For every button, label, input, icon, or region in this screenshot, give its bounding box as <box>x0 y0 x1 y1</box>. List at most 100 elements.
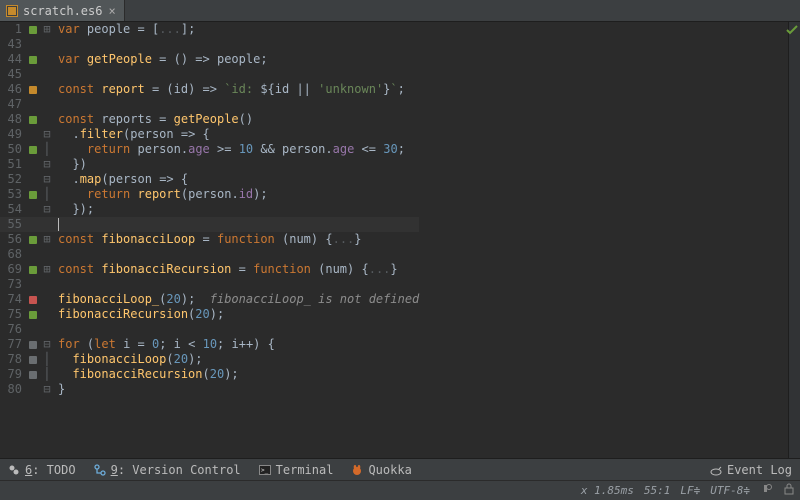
fold-toggle[interactable]: ⊟ <box>40 382 54 397</box>
line-number[interactable]: 77 <box>0 337 26 352</box>
fold-toggle[interactable]: ⊟ <box>40 172 54 187</box>
editor-line[interactable]: 55 <box>0 217 419 232</box>
line-number[interactable]: 49 <box>0 127 26 142</box>
line-number[interactable]: 1 <box>0 22 26 37</box>
code-text[interactable] <box>54 67 419 82</box>
overview-ruler[interactable] <box>788 22 800 458</box>
fold-toggle[interactable]: ⊟ <box>40 202 54 217</box>
line-number[interactable]: 48 <box>0 112 26 127</box>
code-text[interactable]: const fibonacciRecursion = function (num… <box>54 262 419 277</box>
code-text[interactable]: fibonacciRecursion(20); <box>54 307 419 322</box>
editor-line[interactable]: 43 <box>0 37 419 52</box>
status-caret-position[interactable]: 55:1 <box>644 484 671 497</box>
line-number[interactable]: 46 <box>0 82 26 97</box>
code-text[interactable]: var getPeople = () => people; <box>54 52 419 67</box>
line-number[interactable]: 43 <box>0 37 26 52</box>
line-number[interactable]: 73 <box>0 277 26 292</box>
fold-toggle[interactable]: ⊞ <box>40 22 54 37</box>
line-number[interactable]: 56 <box>0 232 26 247</box>
line-number[interactable]: 68 <box>0 247 26 262</box>
line-number[interactable]: 78 <box>0 352 26 367</box>
code-text[interactable]: fibonacciLoop(20); <box>54 352 419 367</box>
status-encoding[interactable]: UTF-8≑ <box>710 484 750 497</box>
code-text[interactable] <box>54 37 419 52</box>
editor-line[interactable]: 54 ⊟ }); <box>0 202 419 217</box>
code-text[interactable]: for (let i = 0; i < 10; i++) { <box>54 337 419 352</box>
line-number[interactable]: 53 <box>0 187 26 202</box>
editor-line[interactable]: 77 ⊟for (let i = 0; i < 10; i++) { <box>0 337 419 352</box>
code-text[interactable]: fibonacciLoop_(20); fibonacciLoop_ is no… <box>54 292 419 307</box>
code-text[interactable] <box>54 247 419 262</box>
tool-event-log[interactable]: Event Log <box>710 463 792 477</box>
editor-line[interactable]: 80 ⊟} <box>0 382 419 397</box>
editor-line[interactable]: 78│ fibonacciLoop(20); <box>0 352 419 367</box>
tool-version-control[interactable]: 9: Version Control <box>94 463 241 477</box>
code-text[interactable]: .map(person => { <box>54 172 419 187</box>
editor-line[interactable]: 46 const report = (id) => `id: ${id || 'u… <box>0 82 419 97</box>
code-text[interactable]: } <box>54 382 419 397</box>
editor[interactable]: 1⊞var people = [...];4344var getPeople =… <box>0 22 800 458</box>
code-text[interactable] <box>54 97 419 112</box>
line-number[interactable]: 55 <box>0 217 26 232</box>
code-text[interactable] <box>54 217 419 232</box>
tool-terminal[interactable]: >_ Terminal <box>259 463 334 477</box>
editor-line[interactable]: 52 ⊟ .map(person => { <box>0 172 419 187</box>
code-text[interactable]: return report(person.id); <box>54 187 419 202</box>
line-number[interactable]: 75 <box>0 307 26 322</box>
readonly-lock-icon[interactable] <box>784 483 794 498</box>
editor-line[interactable]: 53│ return report(person.id); <box>0 187 419 202</box>
line-number[interactable]: 50 <box>0 142 26 157</box>
line-number[interactable]: 54 <box>0 202 26 217</box>
code-text[interactable]: .filter(person => { <box>54 127 419 142</box>
tab-scratch-es6[interactable]: scratch.es6 × <box>0 0 125 21</box>
code-text[interactable]: var people = [...]; <box>54 22 419 37</box>
tool-todo[interactable]: 6: TODO <box>8 463 76 477</box>
line-number[interactable]: 52 <box>0 172 26 187</box>
line-number[interactable]: 47 <box>0 97 26 112</box>
tool-quokka[interactable]: Quokka <box>351 463 411 477</box>
line-number[interactable]: 74 <box>0 292 26 307</box>
code-text[interactable] <box>54 277 419 292</box>
line-number[interactable]: 45 <box>0 67 26 82</box>
line-number[interactable]: 76 <box>0 322 26 337</box>
code-text[interactable]: return person.age >= 10 && person.age <=… <box>54 142 419 157</box>
editor-line[interactable]: 51 ⊟ }) <box>0 157 419 172</box>
editor-line[interactable]: 74 fibonacciLoop_(20); fibonacciLoop_ is … <box>0 292 419 307</box>
editor-line[interactable]: 79│ fibonacciRecursion(20); <box>0 367 419 382</box>
editor-line[interactable]: 47 <box>0 97 419 112</box>
code-text[interactable]: fibonacciRecursion(20); <box>54 367 419 382</box>
line-number[interactable]: 44 <box>0 52 26 67</box>
close-icon[interactable]: × <box>108 4 115 18</box>
code-text[interactable]: const reports = getPeople() <box>54 112 419 127</box>
editor-line[interactable]: 69 ⊞const fibonacciRecursion = function (… <box>0 262 419 277</box>
editor-line[interactable]: 68 <box>0 247 419 262</box>
fold-toggle[interactable]: ⊞ <box>40 232 54 247</box>
editor-line[interactable]: 50│ return person.age >= 10 && person.ag… <box>0 142 419 157</box>
code-text[interactable]: const report = (id) => `id: ${id || 'unk… <box>54 82 419 97</box>
inspection-profile-icon[interactable] <box>760 483 774 498</box>
editor-line[interactable]: 1 ⊞var people = [...]; <box>0 22 419 37</box>
fold-toggle[interactable]: ⊟ <box>40 337 54 352</box>
editor-line[interactable]: 75 fibonacciRecursion(20); <box>0 307 419 322</box>
gutter-marker <box>26 262 40 277</box>
editor-line[interactable]: 76 <box>0 322 419 337</box>
editor-line[interactable]: 56 ⊞const fibonacciLoop = function (num) … <box>0 232 419 247</box>
line-number[interactable]: 80 <box>0 382 26 397</box>
line-number[interactable]: 51 <box>0 157 26 172</box>
editor-line[interactable]: 44 var getPeople = () => people; <box>0 52 419 67</box>
line-number[interactable]: 79 <box>0 367 26 382</box>
editor-line[interactable]: 45 <box>0 67 419 82</box>
status-eol[interactable]: LF≑ <box>680 484 700 497</box>
fold-toggle[interactable]: ⊟ <box>40 127 54 142</box>
editor-line[interactable]: 48 const reports = getPeople() <box>0 112 419 127</box>
code-text[interactable]: const fibonacciLoop = function (num) {..… <box>54 232 419 247</box>
code-text[interactable]: }) <box>54 157 419 172</box>
line-number[interactable]: 69 <box>0 262 26 277</box>
code-text[interactable] <box>54 322 419 337</box>
fold-toggle[interactable]: ⊞ <box>40 262 54 277</box>
editor-line[interactable]: 49 ⊟ .filter(person => { <box>0 127 419 142</box>
editor-line[interactable]: 73 <box>0 277 419 292</box>
code-text[interactable]: }); <box>54 202 419 217</box>
event-log-icon <box>710 464 722 476</box>
fold-toggle[interactable]: ⊟ <box>40 157 54 172</box>
